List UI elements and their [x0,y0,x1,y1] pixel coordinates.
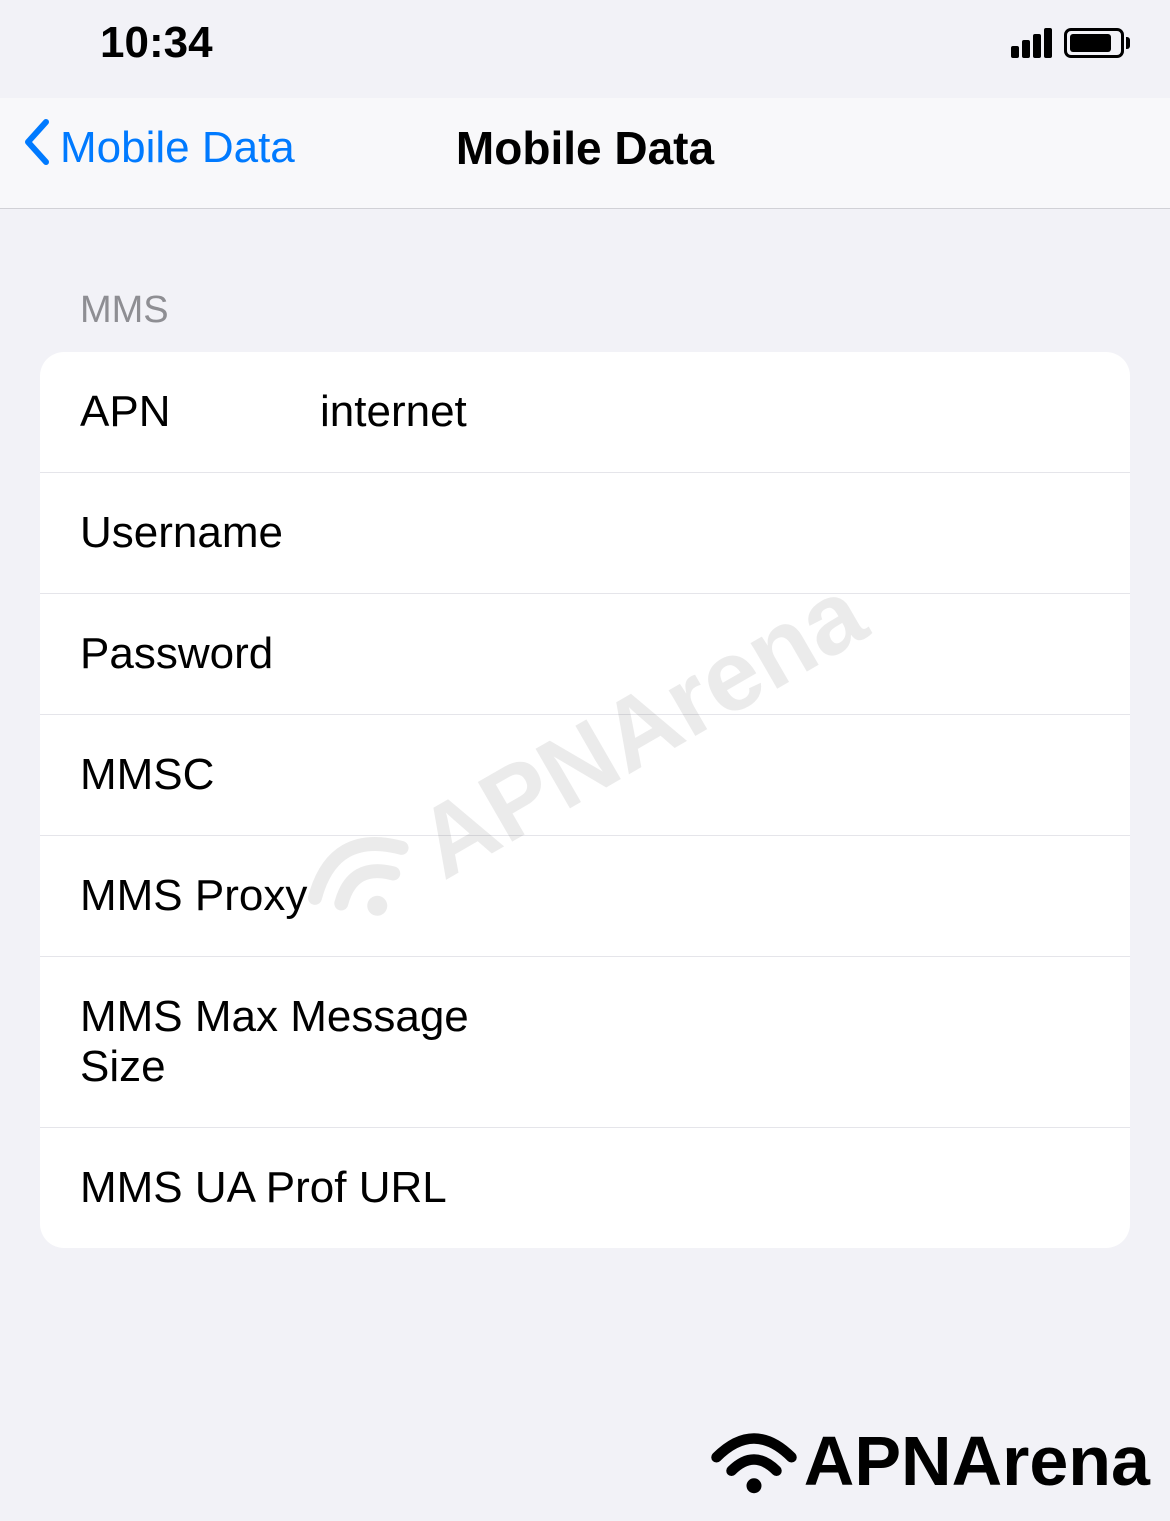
chevron-left-icon [20,118,50,178]
footer-logo-text: APNArena [804,1421,1150,1501]
input-username[interactable] [320,508,1090,558]
row-password[interactable]: Password [40,594,1130,715]
input-mms-proxy[interactable] [320,871,1090,921]
input-mms-ua-prof[interactable] [447,1163,1090,1213]
wifi-icon [709,1426,799,1496]
label-mms-ua-prof: MMS UA Prof URL [80,1163,447,1213]
footer-logo: APNArena [709,1421,1150,1501]
battery-icon [1064,28,1130,58]
row-username[interactable]: Username [40,473,1130,594]
input-mms-max-size[interactable] [515,1017,1090,1067]
input-mmsc[interactable] [320,750,1090,800]
back-button[interactable]: Mobile Data [20,118,295,178]
row-mmsc[interactable]: MMSC [40,715,1130,836]
content-area: MMS APN Username Password MMSC MMS Proxy [0,209,1170,1248]
input-password[interactable] [320,629,1090,679]
label-password: Password [80,629,320,679]
label-mms-proxy: MMS Proxy [80,871,320,921]
row-mms-max-size[interactable]: MMS Max Message Size [40,957,1130,1128]
page-title: Mobile Data [456,121,714,175]
status-bar: 10:34 [0,0,1170,98]
row-apn[interactable]: APN [40,352,1130,473]
settings-group-mms: APN Username Password MMSC MMS Proxy MMS… [40,352,1130,1248]
label-username: Username [80,508,320,558]
label-mms-max-size: MMS Max Message Size [80,992,515,1092]
row-mms-proxy[interactable]: MMS Proxy [40,836,1130,957]
label-mmsc: MMSC [80,750,320,800]
input-apn[interactable] [320,387,1090,437]
nav-bar: Mobile Data Mobile Data [0,98,1170,209]
row-mms-ua-prof[interactable]: MMS UA Prof URL [40,1128,1130,1248]
status-icons [1011,28,1130,58]
status-time: 10:34 [100,18,213,68]
back-label: Mobile Data [60,123,295,173]
cellular-signal-icon [1011,28,1052,58]
section-header-mms: MMS [40,289,1130,352]
label-apn: APN [80,387,320,437]
